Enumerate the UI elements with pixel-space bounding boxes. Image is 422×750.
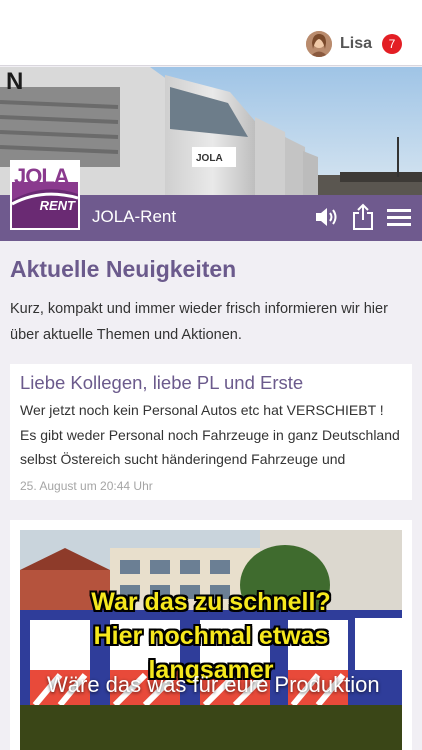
media-card[interactable]: War das zu schnell? Hier nochmal etwas l…	[10, 520, 412, 750]
page-subtitle: Kurz, kompakt und immer wieder frisch in…	[10, 301, 388, 343]
share-icon[interactable]	[351, 202, 375, 232]
logo-text-top: JOLA	[14, 164, 70, 189]
user-name[interactable]: Lisa	[340, 35, 372, 53]
speaker-icon[interactable]	[314, 202, 340, 232]
media-overlay-line-2: Hier nochmal etwas	[93, 622, 329, 650]
page-title: Aktuelle Neuigkeiten	[10, 256, 237, 282]
news-card-date: 25. August um 20:44 Uhr	[20, 479, 153, 493]
media-image[interactable]: War das zu schnell? Hier nochmal etwas l…	[20, 530, 402, 750]
logo-text-bottom: RENT	[39, 198, 75, 213]
news-card-title[interactable]: Liebe Kollegen, liebe PL und Erste	[20, 372, 303, 394]
svg-text:N: N	[6, 68, 23, 95]
avatar[interactable]	[305, 31, 332, 57]
brand-logo[interactable]: JOLA RENT	[10, 160, 80, 230]
brand-name: JOLA-Rent	[92, 207, 177, 226]
notification-badge[interactable]: 7	[382, 34, 402, 54]
media-caption: Wäre das was für eure Produktion	[47, 672, 380, 697]
news-card-body: Wer jetzt noch kein Personal Autos etc h…	[20, 402, 400, 467]
media-overlay-line-1: War das zu schnell?	[91, 588, 331, 616]
top-bar: Lisa 7	[0, 0, 422, 66]
news-card[interactable]: Liebe Kollegen, liebe PL und Erste Wer j…	[10, 364, 412, 500]
svg-text:JOLA: JOLA	[196, 153, 223, 164]
user-profile[interactable]: Lisa 7	[305, 30, 402, 58]
menu-icon[interactable]	[386, 202, 412, 232]
